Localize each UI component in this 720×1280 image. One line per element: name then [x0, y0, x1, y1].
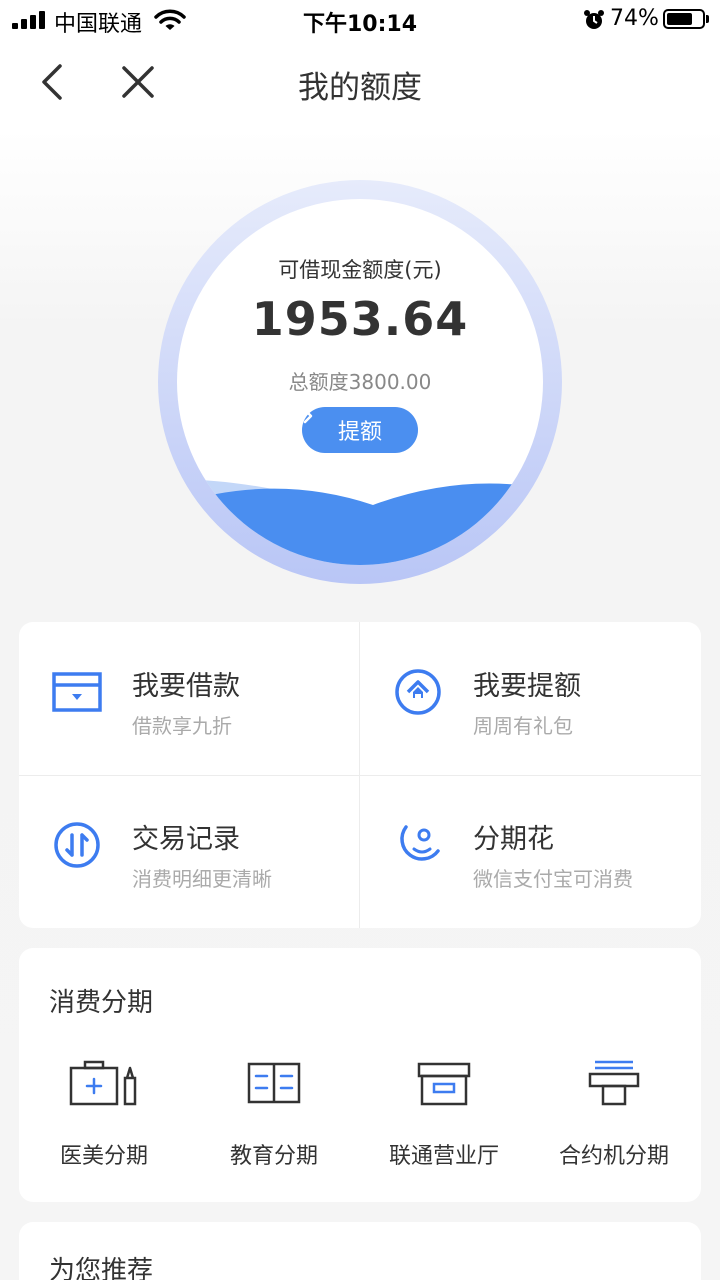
- battery-tip: [706, 15, 709, 23]
- transactions-cell[interactable]: 交易记录 消费明细更清晰: [19, 775, 360, 928]
- quick-actions-card: 我要借款 借款享九折 我要提额 周周有礼包 交易记录 消费明细更清晰 分期花 微…: [19, 622, 701, 928]
- book-icon: [247, 1062, 301, 1104]
- recommend-card: 为您推荐: [19, 1222, 701, 1280]
- cell-subtitle: 周周有礼包: [473, 714, 573, 738]
- raise-limit-label: 提额: [337, 420, 382, 445]
- moon-icon: [400, 825, 440, 861]
- page: 中国联通 下午10:14 74% 我的额度 可借现金额度(元) 1953.64 …: [0, 0, 720, 1280]
- section-title: 为您推荐: [49, 1256, 154, 1280]
- cell-title: 我要借款: [132, 671, 240, 702]
- installment-label: 教育分期: [229, 1144, 318, 1169]
- card-icon: [52, 672, 102, 712]
- installment-item-education[interactable]: 教育分期: [189, 1054, 359, 1174]
- status-bar: 中国联通 下午10:14 74%: [0, 0, 720, 40]
- battery-level: [667, 13, 693, 25]
- raise-limit-cell[interactable]: 我要提额 周周有礼包: [360, 622, 701, 775]
- alarm-icon: [584, 10, 604, 29]
- quota-amount: 1953.64: [251, 292, 469, 346]
- chevron-right-icon: [303, 408, 313, 424]
- cell-title: 我要提额: [473, 671, 581, 702]
- medical-kit-icon: [69, 1060, 137, 1106]
- transfer-icon: [54, 822, 100, 868]
- cell-subtitle: 消费明细更清晰: [132, 867, 272, 891]
- nav-bar: 我的额度: [0, 40, 720, 124]
- quota-circle: 可借现金额度(元) 1953.64 总额度3800.00 提额: [158, 180, 562, 584]
- raise-limit-button[interactable]: 提额: [302, 407, 418, 453]
- quota-label: 可借现金额度(元): [278, 258, 442, 282]
- cell-subtitle: 借款享九折: [132, 714, 232, 738]
- installment-item-medical[interactable]: 医美分期: [19, 1054, 189, 1174]
- cell-subtitle: 微信支付宝可消费: [473, 867, 633, 891]
- battery-percent: 74%: [610, 6, 659, 31]
- installment-item-store[interactable]: 联通营业厅: [359, 1054, 529, 1174]
- installment-item-contract-phone[interactable]: 合约机分期: [529, 1054, 699, 1174]
- page-title: 我的额度: [298, 70, 422, 106]
- cell-title: 交易记录: [132, 824, 240, 855]
- store-icon: [417, 1062, 471, 1106]
- installment-label: 合约机分期: [558, 1144, 669, 1169]
- arrow-up-circle-icon: [395, 669, 441, 715]
- section-title: 消费分期: [49, 988, 154, 1018]
- installment-spend-cell[interactable]: 分期花 微信支付宝可消费: [360, 775, 701, 928]
- cell-title: 分期花: [473, 824, 554, 855]
- quota-total: 总额度3800.00: [288, 370, 432, 394]
- installment-card: 消费分期 医美分期 教育分期 联通营业厅 合约机分期: [19, 948, 701, 1202]
- phone-contract-icon: [588, 1060, 640, 1106]
- borrow-cell[interactable]: 我要借款 借款享九折: [19, 622, 360, 775]
- battery-icon: [663, 9, 705, 29]
- installment-label: 联通营业厅: [388, 1144, 499, 1169]
- installment-label: 医美分期: [59, 1144, 148, 1169]
